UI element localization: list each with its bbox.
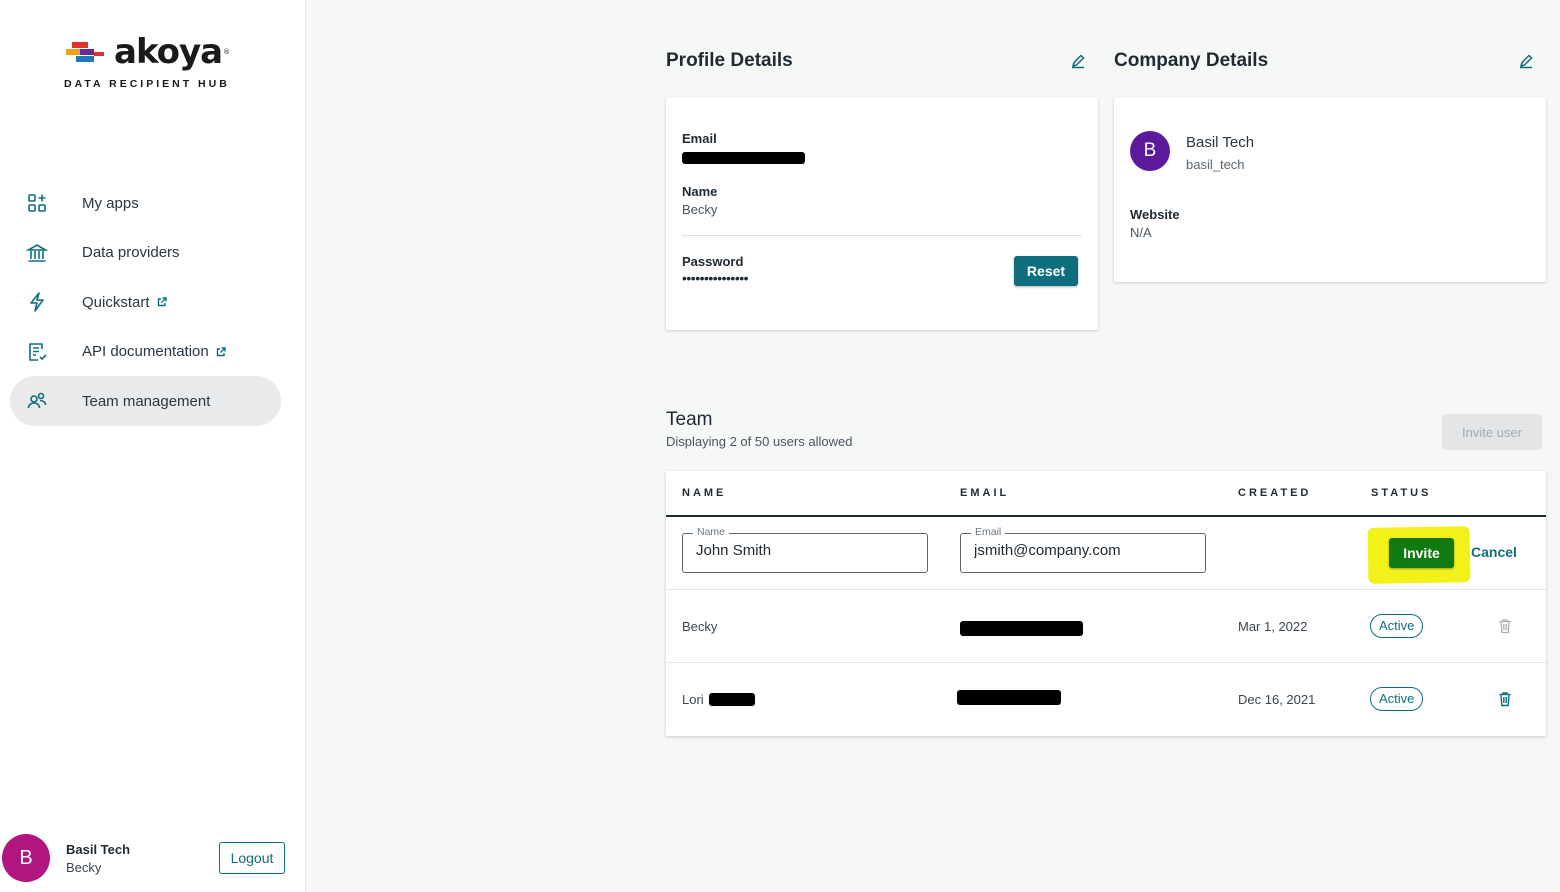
edit-profile-icon[interactable] [1070,53,1086,69]
team-subtitle: Displaying 2 of 50 users allowed [666,434,853,449]
sidebar-item-api-documentation[interactable]: API documentation [10,327,281,377]
logout-button[interactable]: Logout [219,842,285,874]
team-table: NAME EMAIL CREATED STATUS Name Email Inv… [666,471,1546,736]
invite-button[interactable]: Invite [1389,538,1454,568]
sidebar-item-quickstart[interactable]: Quickstart [10,277,281,327]
profile-card: Email Name Becky Password ••••••••••••••… [666,97,1098,330]
team-title: Team [666,409,713,430]
sidebar-item-label: API documentation [82,343,209,361]
sidebar-item-data-providers[interactable]: Data providers [10,228,281,278]
user-footer: B Basil Tech Becky Logout [0,832,305,888]
sidebar-item-my-apps[interactable]: My apps [10,178,281,228]
profile-details-title: Profile Details [666,50,793,71]
edit-company-icon[interactable] [1518,53,1534,69]
akoya-logo[interactable]: akoya® DATA RECIPIENT HUB [62,34,230,94]
user-name: Becky [66,860,102,875]
column-header-name: NAME [682,487,727,499]
email-field[interactable]: Email [960,526,1206,573]
created-cell: Mar 1, 2022 [1238,619,1308,634]
password-value: ••••••••••••••• [682,270,749,286]
email-label: Email [682,131,717,146]
email-input[interactable] [974,542,1194,559]
name-input[interactable] [696,542,916,559]
status-badge: Active [1370,614,1424,638]
brand-name: akoya® [114,32,230,72]
company-card: B Basil Tech basil_tech Website N/A [1114,97,1546,282]
redacted-email [957,690,1061,705]
website-value: N/A [1130,225,1152,240]
company-details-title: Company Details [1114,50,1269,71]
password-label: Password [682,254,744,269]
table-header-divider [666,515,1546,517]
created-cell: Dec 16, 2021 [1238,692,1316,707]
email-field-legend: Email [971,526,1006,538]
sidebar-item-team-management[interactable]: Team management [10,376,281,427]
column-header-email: EMAIL [960,487,1010,499]
avatar[interactable]: B [2,834,50,882]
lightning-icon [26,291,48,313]
row-divider [666,589,1546,590]
document-icon [26,341,48,363]
sidebar: akoya® DATA RECIPIENT HUB My apps Data p… [0,0,306,892]
name-field-legend: Name [693,526,730,538]
sidebar-nav: My apps Data providers Quickstart API do… [10,178,281,427]
column-header-status: STATUS [1371,487,1432,499]
redacted-email [682,152,805,164]
sidebar-item-label: Quickstart [82,293,150,311]
cancel-button[interactable]: Cancel [1471,544,1517,560]
external-link-icon [157,297,167,307]
team-icon [26,390,48,412]
bank-icon [25,242,49,264]
company-handle: basil_tech [1186,157,1245,172]
status-badge: Active [1370,687,1424,711]
row-divider [666,662,1546,663]
name-label: Name [682,184,718,199]
sidebar-item-label: Team management [82,392,211,410]
user-name-cell: Becky [682,619,718,634]
name-field[interactable]: Name [682,526,928,573]
redacted-email [960,621,1083,636]
sidebar-item-label: Data providers [82,244,180,262]
sidebar-item-label: My apps [82,194,139,212]
delete-user-icon[interactable] [1498,618,1512,634]
user-company: Basil Tech [66,842,131,857]
company-avatar: B [1130,131,1170,171]
delete-user-icon[interactable] [1498,691,1512,707]
user-name-cell: Lori [682,692,704,707]
akoya-logo-mark-icon [66,42,104,62]
divider [682,235,1082,236]
invite-user-button[interactable]: Invite user [1442,414,1542,450]
external-link-icon [216,347,226,357]
brand-subtitle: DATA RECIPIENT HUB [64,78,230,90]
reset-password-button[interactable]: Reset [1014,256,1078,286]
apps-icon [26,192,48,214]
website-label: Website [1130,207,1180,222]
column-header-created: CREATED [1238,487,1312,499]
redacted-surname [709,693,755,706]
company-name: Basil Tech [1186,134,1255,151]
name-value: Becky [682,202,718,217]
